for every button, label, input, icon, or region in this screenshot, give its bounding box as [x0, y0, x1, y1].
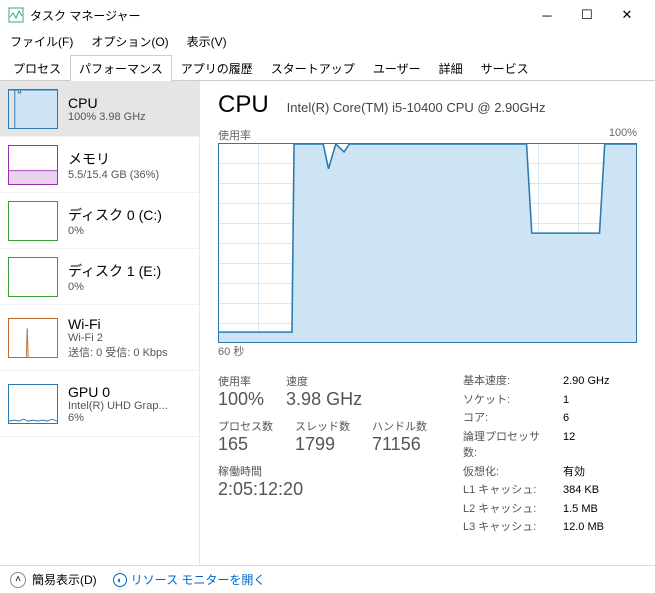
chevron-up-icon: ˄ — [10, 572, 26, 588]
disk-thumb-icon — [8, 201, 58, 241]
usage-value: 100% — [218, 389, 264, 410]
processes-label: プロセス数 — [218, 418, 273, 434]
menu-option[interactable]: オプション(O) — [87, 31, 172, 52]
main-panel: CPU Intel(R) Core(TM) i5-10400 CPU @ 2.9… — [200, 81, 655, 565]
threads-label: スレッド数 — [295, 418, 350, 434]
sidebar-item-label: Wi-Fi — [68, 316, 168, 332]
sidebar-item-sub: Intel(R) UHD Grap... — [68, 400, 168, 412]
speed-label: 速度 — [286, 373, 362, 389]
sidebar-item-sub: Wi-Fi 2 — [68, 332, 168, 344]
sidebar-item-sub: 5.5/15.4 GB (36%) — [68, 169, 159, 181]
sidebar-item-cpu[interactable]: CPU 100% 3.98 GHz — [0, 81, 199, 137]
tab-bar: プロセス パフォーマンス アプリの履歴 スタートアップ ユーザー 詳細 サービス — [0, 54, 655, 81]
sidebar-item-sub2: 6% — [68, 412, 168, 424]
base-speed-label: 基本速度: — [463, 373, 553, 390]
main-title: CPU — [218, 91, 269, 119]
sidebar-item-wifi[interactable]: Wi-Fi Wi-Fi 2 送信: 0 受信: 0 Kbps — [0, 305, 199, 371]
uptime-label: 稼働時間 — [218, 463, 427, 479]
virtualization-label: 仮想化: — [463, 464, 553, 481]
l3-label: L3 キャッシュ: — [463, 519, 553, 536]
l2-value: 1.5 MB — [563, 501, 598, 518]
cores-value: 6 — [563, 410, 569, 427]
maximize-button[interactable]: ☐ — [567, 0, 607, 30]
graph-bot-label: 60 秒 — [218, 343, 637, 359]
disk-thumb-icon — [8, 257, 58, 297]
close-button[interactable]: ✕ — [607, 0, 647, 30]
sidebar-item-sub2: 送信: 0 受信: 0 Kbps — [68, 344, 168, 360]
handles-label: ハンドル数 — [372, 418, 427, 434]
window-title: タスク マネージャー — [30, 7, 527, 24]
uptime-value: 2:05:12:20 — [218, 479, 427, 500]
sidebar-item-gpu0[interactable]: GPU 0 Intel(R) UHD Grap... 6% — [0, 371, 199, 437]
l1-value: 384 KB — [563, 482, 599, 499]
logical-value: 12 — [563, 429, 575, 462]
handles-value: 71156 — [372, 434, 427, 455]
memory-thumb-icon — [8, 145, 58, 185]
resource-monitor-link[interactable]: ◐ リソース モニターを開く — [113, 571, 266, 588]
cpu-usage-graph — [218, 143, 637, 343]
tab-performance[interactable]: パフォーマンス — [70, 55, 172, 81]
sidebar-item-disk0[interactable]: ディスク 0 (C:) 0% — [0, 193, 199, 249]
sidebar: CPU 100% 3.98 GHz メモリ 5.5/15.4 GB (36%) … — [0, 81, 200, 565]
tab-details[interactable]: 詳細 — [430, 55, 472, 81]
gpu-thumb-icon — [8, 384, 58, 424]
sidebar-item-sub: 100% 3.98 GHz — [68, 111, 146, 123]
sidebar-item-label: GPU 0 — [68, 384, 168, 400]
processes-value: 165 — [218, 434, 273, 455]
l1-label: L1 キャッシュ: — [463, 482, 553, 499]
l2-label: L2 キャッシュ: — [463, 501, 553, 518]
tab-processes[interactable]: プロセス — [4, 55, 70, 81]
sockets-value: 1 — [563, 392, 569, 409]
tab-app-history[interactable]: アプリの履歴 — [172, 55, 262, 81]
menu-file[interactable]: ファイル(F) — [6, 31, 77, 52]
menu-view[interactable]: 表示(V) — [183, 31, 231, 52]
sidebar-item-disk1[interactable]: ディスク 1 (E:) 0% — [0, 249, 199, 305]
threads-value: 1799 — [295, 434, 350, 455]
menubar: ファイル(F) オプション(O) 表示(V) — [0, 30, 655, 52]
footer: ˄ 簡易表示(D) ◐ リソース モニターを開く — [0, 565, 655, 593]
usage-label: 使用率 — [218, 373, 264, 389]
sockets-label: ソケット: — [463, 392, 553, 409]
tab-services[interactable]: サービス — [472, 55, 538, 81]
sidebar-item-sub: 0% — [68, 281, 161, 293]
graph-top-left-label: 使用率 — [218, 127, 251, 143]
speed-value: 3.98 GHz — [286, 389, 362, 410]
graph-top-right-label: 100% — [609, 127, 637, 143]
main-subtitle: Intel(R) Core(TM) i5-10400 CPU @ 2.90GHz — [287, 100, 546, 115]
stats-area: 使用率 100% 速度 3.98 GHz プロセス数 165 スレッド数 — [218, 373, 637, 536]
sidebar-item-label: CPU — [68, 95, 146, 111]
base-speed-value: 2.90 GHz — [563, 373, 609, 390]
resource-monitor-icon: ◐ — [113, 573, 127, 587]
sidebar-item-sub: 0% — [68, 225, 162, 237]
sidebar-item-label: ディスク 0 (C:) — [68, 205, 162, 225]
tab-startup[interactable]: スタートアップ — [262, 55, 364, 81]
logical-label: 論理プロセッサ数: — [463, 429, 553, 462]
l3-value: 12.0 MB — [563, 519, 604, 536]
sidebar-item-label: メモリ — [68, 149, 159, 169]
wifi-thumb-icon — [8, 318, 58, 358]
tab-users[interactable]: ユーザー — [364, 55, 430, 81]
virtualization-value: 有効 — [563, 464, 585, 481]
minimize-button[interactable]: ─ — [527, 0, 567, 30]
titlebar: タスク マネージャー ─ ☐ ✕ — [0, 0, 655, 30]
cpu-thumb-icon — [8, 89, 58, 129]
simple-view-button[interactable]: ˄ 簡易表示(D) — [10, 571, 97, 588]
sidebar-item-memory[interactable]: メモリ 5.5/15.4 GB (36%) — [0, 137, 199, 193]
cores-label: コア: — [463, 410, 553, 427]
sidebar-item-label: ディスク 1 (E:) — [68, 261, 161, 281]
app-icon — [8, 7, 24, 23]
